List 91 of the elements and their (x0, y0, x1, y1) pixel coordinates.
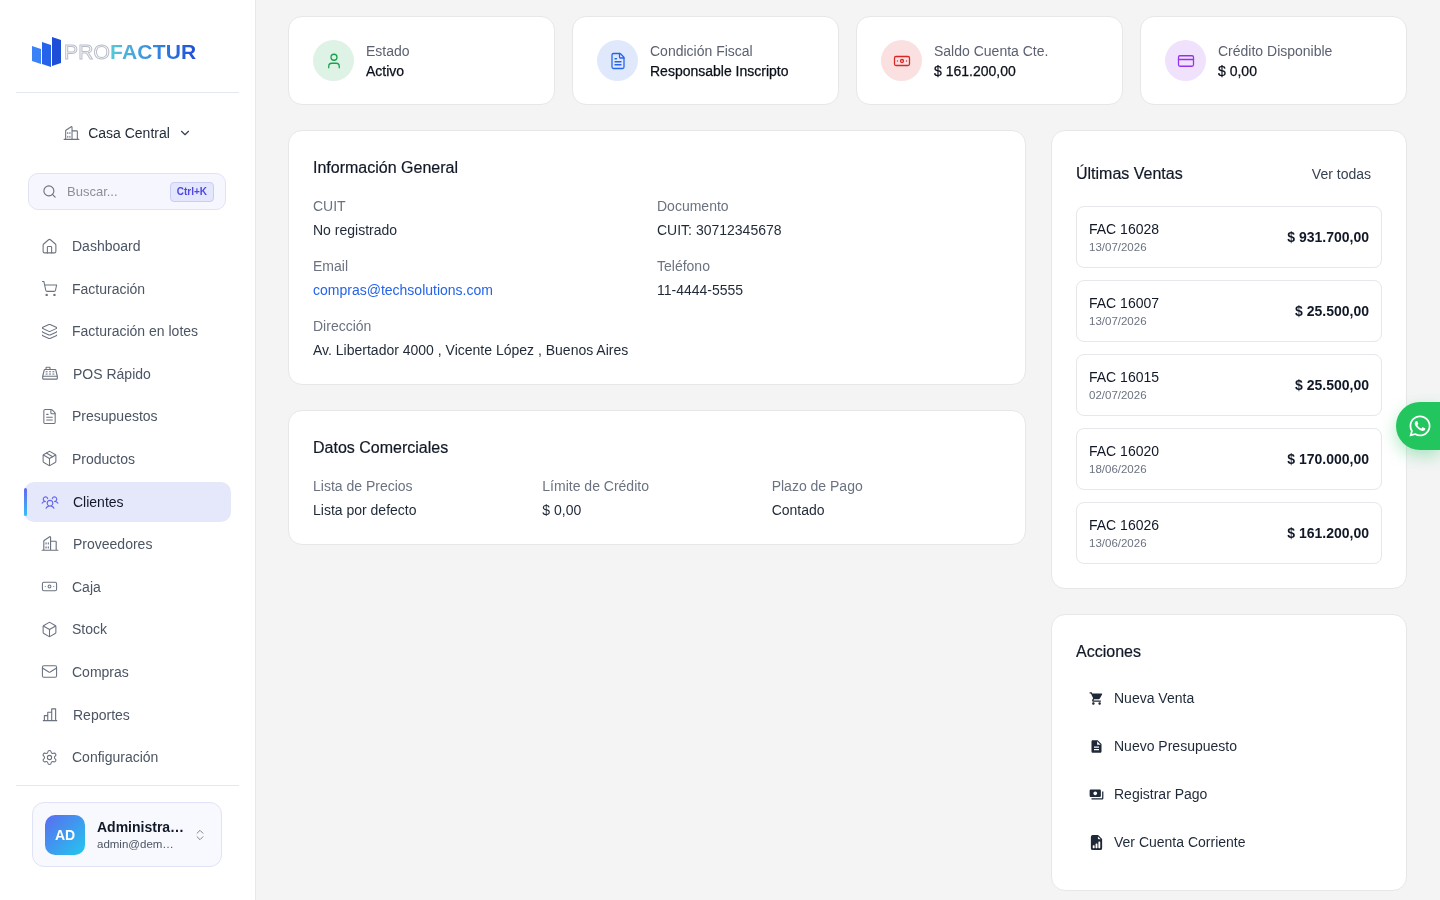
stat-label: Condición Fiscal (650, 41, 753, 60)
cash-register-icon (41, 364, 59, 383)
field-label: Teléfono (657, 257, 710, 276)
house-icon (41, 237, 58, 255)
invoice-date: 13/07/2026 (1089, 314, 1147, 328)
see-all-link[interactable]: Ver todas (1300, 160, 1382, 188)
nav-item[interactable]: Compras (24, 651, 231, 692)
field-value: Lista por defecto (313, 501, 417, 520)
field-label: Plazo de Pago (771, 477, 863, 496)
nav-item[interactable]: POS Rápido (24, 353, 231, 394)
document-icon (1089, 738, 1104, 754)
nav-item[interactable]: Reportes (24, 694, 231, 735)
nav-item[interactable]: Dashboard (24, 226, 231, 266)
search-icon (42, 184, 57, 199)
invoice-number: FAC 16007 (1089, 294, 1160, 312)
action-button[interactable]: Nueva Venta (1076, 674, 1208, 722)
invoice-date: 13/07/2026 (1089, 240, 1147, 254)
package-icon (41, 450, 58, 468)
shortcut-hint: Ctrl+K (169, 182, 214, 202)
field-label: Dirección (313, 317, 372, 336)
invoice-date: 18/06/2026 (1089, 462, 1147, 476)
field-label: Documento (657, 197, 729, 216)
field-label: CUIT (313, 197, 346, 216)
sale-row[interactable]: FAC 16028 13/07/2026 $ 931.700,00 (1076, 206, 1382, 268)
invoice-number: FAC 16015 (1089, 368, 1160, 386)
sale-row[interactable]: FAC 16007 13/07/2026 $ 25.500,00 (1076, 280, 1382, 342)
sale-row[interactable]: FAC 16020 18/06/2026 $ 170.000,00 (1076, 428, 1382, 490)
invoice-amount: $ 25.500,00 (1295, 303, 1369, 319)
user-menu[interactable]: AD Administra… admin@dem… (32, 802, 222, 867)
stat-value: Responsable Inscripto (650, 61, 789, 80)
bar-chart-icon (41, 705, 59, 724)
nav-item[interactable]: Facturación (24, 268, 231, 309)
user-email: admin@dem… (97, 838, 174, 850)
stat-value: $ 0,00 (1218, 61, 1257, 80)
layers-icon (41, 322, 58, 340)
field-value: 11-4444-5555 (657, 281, 744, 300)
cart-icon (1089, 690, 1104, 706)
sale-row[interactable]: FAC 16026 13/06/2026 $ 161.200,00 (1076, 502, 1382, 564)
nav-item[interactable]: Proveedores (24, 524, 231, 565)
field-label: Email (313, 257, 348, 276)
building-icon (63, 124, 81, 142)
email-link[interactable]: compras@techsolutions.com (313, 280, 493, 300)
field-value: Av. Libertador 4000 , Vicente López , Buenos Aires (313, 341, 629, 360)
action-button[interactable]: Nuevo Presupuesto (1076, 722, 1250, 770)
action-button[interactable]: Registrar Pago (1076, 770, 1221, 818)
stat-label: Saldo Cuenta Cte. (934, 41, 1049, 60)
card-title: Últimas Ventas (1076, 163, 1183, 184)
box-icon (41, 620, 58, 638)
envelope-icon (41, 663, 58, 681)
avatar-initials: AD (45, 814, 85, 855)
stat-label: Estado (366, 41, 410, 60)
stat-value: Activo (366, 61, 405, 80)
stat-label: Crédito Disponible (1218, 41, 1333, 60)
user-name: Administra… (97, 819, 185, 835)
building-icon (41, 535, 59, 554)
card-title: Información General (313, 158, 458, 178)
action-button[interactable]: Ver Cuenta Corriente (1076, 818, 1259, 866)
chart-document-icon (1089, 834, 1104, 850)
invoice-amount: $ 931.700,00 (1287, 229, 1369, 245)
cart-icon (41, 280, 58, 298)
invoice-number: FAC 16020 (1089, 442, 1160, 460)
field-value: CUIT: 30712345678 (657, 221, 782, 240)
card-title: Acciones (1076, 642, 1141, 662)
sale-row[interactable]: FAC 16015 02/07/2026 $ 25.500,00 (1076, 354, 1382, 416)
nav-item[interactable]: Presupuestos (24, 396, 231, 437)
field-label: Lista de Precios (313, 477, 413, 496)
chat-button[interactable] (1396, 402, 1440, 450)
invoice-amount: $ 170.000,00 (1287, 451, 1369, 467)
nav-item[interactable]: Clientes (24, 481, 231, 522)
stat-value: $ 161.200,00 (934, 61, 1016, 80)
invoice-amount: $ 161.200,00 (1287, 525, 1369, 541)
nav-item[interactable]: Facturación en lotes (24, 311, 231, 352)
branch-selector[interactable]: Casa Central (57, 120, 198, 146)
invoice-date: 13/06/2026 (1089, 536, 1147, 550)
nav-item[interactable]: Stock (24, 609, 231, 650)
field-value: No registrado (313, 221, 398, 240)
invoice-number: FAC 16026 (1089, 516, 1160, 534)
logo-icon (32, 37, 62, 67)
invoice-number: FAC 16028 (1089, 220, 1160, 238)
document-icon (41, 407, 58, 425)
field-label: Límite de Crédito (542, 477, 649, 496)
nav-item[interactable]: Productos (24, 438, 231, 479)
phone-chat-icon (1408, 414, 1432, 438)
settings-icon (41, 748, 58, 766)
card-title: Datos Comerciales (313, 438, 449, 458)
invoice-date: 02/07/2026 (1089, 388, 1147, 402)
nav-item[interactable]: Caja (24, 566, 231, 607)
field-value: Contado (771, 501, 825, 520)
field-value: $ 0,00 (542, 501, 582, 520)
nav-item[interactable]: Configuración (24, 737, 231, 778)
invoice-amount: $ 25.500,00 (1295, 377, 1369, 393)
